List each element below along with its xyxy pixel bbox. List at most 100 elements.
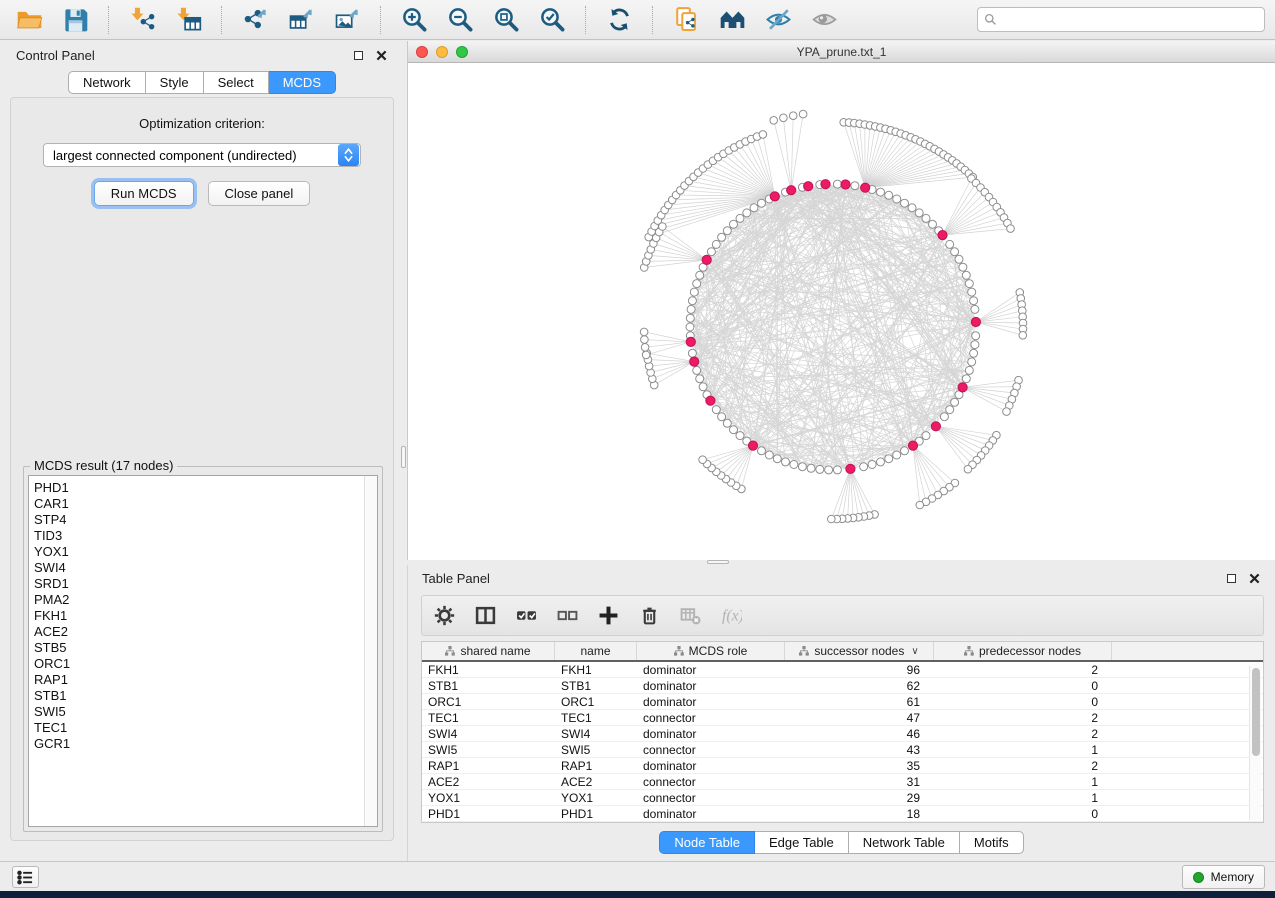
mcds-tab-content: Optimization criterion: largest connecte… <box>10 97 394 841</box>
mcds-result-item[interactable]: GCR1 <box>34 736 377 752</box>
table-row[interactable]: YOX1YOX1connector291 <box>422 790 1263 806</box>
show-all-icon[interactable] <box>805 4 843 36</box>
table-scrollbar-thumb[interactable] <box>1252 668 1260 756</box>
open-file-icon[interactable] <box>10 4 48 36</box>
mcds-result-item[interactable]: TEC1 <box>34 720 377 736</box>
first-neighbors-icon[interactable] <box>713 4 751 36</box>
export-image-icon[interactable] <box>328 4 366 36</box>
mcds-result-item[interactable]: TID3 <box>34 528 377 544</box>
tab-motifs[interactable]: Motifs <box>960 831 1024 854</box>
cell-successor-nodes: 35 <box>785 758 934 773</box>
vertical-splitter[interactable] <box>400 41 407 861</box>
column-header-name[interactable]: name <box>555 642 637 660</box>
close-panel-button[interactable]: Close panel <box>208 181 311 206</box>
column-header-successor-nodes[interactable]: successor nodes∨ <box>785 642 934 660</box>
table-row[interactable]: FKH1FKH1dominator962 <box>422 662 1263 678</box>
network-graph[interactable] <box>408 63 1275 560</box>
cell-shared-name: FKH1 <box>422 662 555 677</box>
main-toolbar <box>0 0 1275 40</box>
tab-select[interactable]: Select <box>204 71 269 94</box>
table-row[interactable]: PHD1PHD1dominator180 <box>422 806 1263 822</box>
optimization-criterion-value: largest connected component (undirected) <box>44 148 338 163</box>
table-row[interactable]: STB1STB1dominator620 <box>422 678 1263 694</box>
export-network-icon[interactable] <box>236 4 274 36</box>
mcds-result-item[interactable]: SWI5 <box>34 704 377 720</box>
apply-layout-icon[interactable] <box>600 4 638 36</box>
mcds-result-item[interactable]: CAR1 <box>34 496 377 512</box>
zoom-in-icon[interactable] <box>395 4 433 36</box>
node-table-header: shared namenameMCDS rolesuccessor nodes∨… <box>422 642 1263 662</box>
tab-style[interactable]: Style <box>146 71 204 94</box>
cell-predecessor-nodes: 2 <box>934 758 1112 773</box>
column-header-predecessor-nodes[interactable]: predecessor nodes <box>934 642 1112 660</box>
memory-label: Memory <box>1211 870 1254 884</box>
table-row[interactable]: TEC1TEC1connector472 <box>422 710 1263 726</box>
mcds-result-item[interactable]: FKH1 <box>34 608 377 624</box>
new-network-from-selection-icon[interactable] <box>667 4 705 36</box>
table-row[interactable]: ORC1ORC1dominator610 <box>422 694 1263 710</box>
show-columns-icon[interactable] <box>473 604 497 628</box>
cell-name: RAP1 <box>555 758 637 773</box>
mcds-result-item[interactable]: ACE2 <box>34 624 377 640</box>
mcds-result-list[interactable]: PHD1CAR1STP4TID3YOX1SWI4SRD1PMA2FKH1ACE2… <box>28 475 378 827</box>
cell-predecessor-nodes: 1 <box>934 742 1112 757</box>
mcds-result-item[interactable]: PMA2 <box>34 592 377 608</box>
mcds-result-item[interactable]: SRD1 <box>34 576 377 592</box>
cell-shared-name: YOX1 <box>422 790 555 805</box>
column-header-shared-name[interactable]: shared name <box>422 642 555 660</box>
cell-name: YOX1 <box>555 790 637 805</box>
zoom-out-icon[interactable] <box>441 4 479 36</box>
mcds-result-item[interactable]: STB1 <box>34 688 377 704</box>
mcds-list-scrollbar[interactable] <box>364 476 377 826</box>
mcds-result-item[interactable]: PHD1 <box>34 480 377 496</box>
mcds-result-item[interactable]: YOX1 <box>34 544 377 560</box>
zoom-selected-icon[interactable] <box>533 4 571 36</box>
table-scrollbar[interactable] <box>1249 666 1261 820</box>
cell-MCDS-role: dominator <box>637 694 785 709</box>
table-row[interactable]: SWI5SWI5connector431 <box>422 742 1263 758</box>
search-box[interactable] <box>977 7 1265 32</box>
float-table-panel-icon[interactable] <box>1225 572 1238 585</box>
select-all-rows-icon[interactable] <box>514 604 538 628</box>
cell-name: PHD1 <box>555 806 637 821</box>
table-row[interactable]: RAP1RAP1dominator352 <box>422 758 1263 774</box>
tab-edge-table[interactable]: Edge Table <box>755 831 849 854</box>
cell-shared-name: SWI5 <box>422 742 555 757</box>
mcds-result-item[interactable]: ORC1 <box>34 656 377 672</box>
tab-network-table[interactable]: Network Table <box>849 831 960 854</box>
network-window-titlebar[interactable]: YPA_prune.txt_1 <box>408 41 1275 63</box>
tab-mcds[interactable]: MCDS <box>269 71 336 94</box>
save-session-icon[interactable] <box>56 4 94 36</box>
import-table-icon[interactable] <box>169 4 207 36</box>
cell-predecessor-nodes: 0 <box>934 694 1112 709</box>
mcds-result-item[interactable]: STP4 <box>34 512 377 528</box>
float-panel-icon[interactable] <box>352 49 365 62</box>
task-history-icon[interactable] <box>12 866 39 888</box>
close-panel-icon[interactable] <box>375 49 388 62</box>
mcds-result-item[interactable]: RAP1 <box>34 672 377 688</box>
optimization-criterion-select[interactable]: largest connected component (undirected) <box>43 143 361 167</box>
deselect-all-rows-icon[interactable] <box>555 604 579 628</box>
close-table-panel-icon[interactable] <box>1248 572 1261 585</box>
zoom-fit-icon[interactable] <box>487 4 525 36</box>
tab-node-table[interactable]: Node Table <box>659 831 755 854</box>
tab-network[interactable]: Network <box>68 71 146 94</box>
delete-column-icon[interactable] <box>637 604 661 628</box>
import-network-icon[interactable] <box>123 4 161 36</box>
table-panel: Table Panel f(x) shared namenameMCDS rol… <box>407 565 1275 861</box>
mcds-result-item[interactable]: SWI4 <box>34 560 377 576</box>
mcds-result-item[interactable]: STB5 <box>34 640 377 656</box>
export-table-icon[interactable] <box>282 4 320 36</box>
table-options-gear-icon[interactable] <box>432 604 456 628</box>
create-column-icon[interactable] <box>596 604 620 628</box>
hide-selected-icon[interactable] <box>759 4 797 36</box>
column-header-MCDS-role[interactable]: MCDS role <box>637 642 785 660</box>
table-row[interactable]: SWI4SWI4dominator462 <box>422 726 1263 742</box>
memory-button[interactable]: Memory <box>1182 865 1265 889</box>
search-input[interactable] <box>1001 13 1258 27</box>
network-canvas[interactable] <box>408 63 1275 560</box>
toolbar-separator <box>221 6 222 34</box>
run-mcds-button[interactable]: Run MCDS <box>94 181 194 206</box>
column-header-filler <box>1112 642 1263 660</box>
table-row[interactable]: ACE2ACE2connector311 <box>422 774 1263 790</box>
